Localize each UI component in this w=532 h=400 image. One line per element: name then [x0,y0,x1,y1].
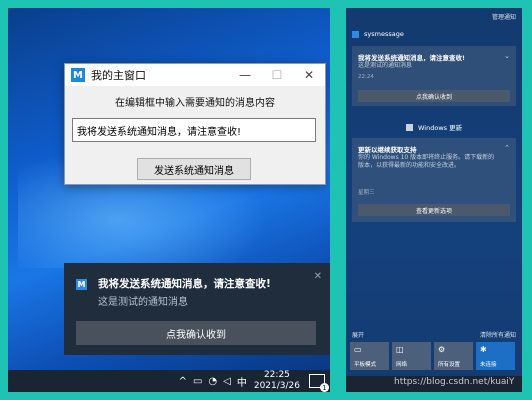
group-name: sysmessage [364,30,404,38]
windows-update-icon [406,123,413,131]
manage-notifications-link[interactable]: 管理通知 [492,12,516,21]
card-update-options-button[interactable]: 查看更新选项 [358,204,510,216]
network-icon: ◫ [396,345,404,354]
expand-link[interactable]: 展开 [352,330,364,339]
card-title: 我将发送系统通知消息，请注意查收! [358,54,465,62]
app-icon: M [71,68,85,82]
notification-count-badge: 1 [320,383,329,392]
group-header-windows-update: Windows 更新 [406,122,462,132]
toast-body: 这是测试的通知消息 [98,297,188,308]
chevron-down-icon[interactable]: ⌄ [504,52,510,60]
toast-confirm-button[interactable]: 点我确认收到 [76,321,316,345]
quick-action-tablet-mode[interactable]: ▭ 平板模式 [350,342,389,370]
taskbar: ^ ▭ ◔ ◁ 中 22:25 2021/3/26 1 [8,370,330,392]
action-center: 管理通知 sysmessage 我将发送系统通知消息，请注意查收! 这是测试的通… [346,8,522,392]
action-center-footer: 展开 清除所有通知 [352,330,516,339]
quick-action-label: 网络 [396,362,408,368]
desktop-left: M 我的主窗口 — ☐ ✕ 在编辑框中输入需要通知的消息内容 发送系统通知消息 … [8,8,330,392]
card-confirm-button[interactable]: 点我确认收到 [358,90,510,102]
card-body: 你的 Windows 10 版本即将终止服务。请下载新的版本，以获得最新的功能和… [358,154,495,169]
clock-time: 22:25 [263,370,290,380]
quick-action-network[interactable]: ◫ 网络 [392,342,431,370]
battery-icon[interactable]: ▭ [190,376,205,387]
tray-chevron-icon[interactable]: ^ [176,376,190,387]
close-button[interactable]: ✕ [293,64,325,86]
maximize-button[interactable]: ☐ [261,64,293,86]
tray-clock[interactable]: 22:25 2021/3/26 [250,370,304,392]
quick-action-bluetooth[interactable]: ✱ 未连接 [476,342,515,370]
notification-center-icon[interactable]: 1 [309,374,329,392]
toast-app-icon: M [76,279,87,290]
minimize-button[interactable]: — [229,64,261,86]
chevron-up-icon[interactable]: ⌃ [504,144,510,152]
toast-title: 我将发送系统通知消息，请注意查收! [98,278,271,290]
watermark: https://blog.csdn.net/kuaiY [394,377,515,387]
group-name: Windows 更新 [418,124,463,132]
clock-date: 2021/3/26 [253,381,300,391]
toast-close-icon[interactable]: ✕ [314,271,322,282]
send-notification-button[interactable]: 发送系统通知消息 [137,158,251,180]
bluetooth-icon: ✱ [480,345,487,354]
tablet-mode-icon: ▭ [354,345,362,354]
quick-action-settings[interactable]: ⚙ 所有设置 [434,342,473,370]
quick-action-label: 平板模式 [354,362,377,368]
notification-card-windows-update[interactable]: 更新以继续获取支持 你的 Windows 10 版本即将终止服务。请下载新的版本… [352,138,516,222]
quick-action-label: 未连接 [480,362,497,368]
gear-icon: ⚙ [438,345,446,354]
card-body: 这是测试的通知消息 [358,62,413,69]
prompt-label: 在编辑框中输入需要通知的消息内容 [115,98,275,109]
notification-card-sysmessage[interactable]: 我将发送系统通知消息，请注意查收! 这是测试的通知消息 22:24 ⌄ 点我确认… [352,46,516,106]
sysmessage-app-icon [352,30,359,38]
quick-actions: ▭ 平板模式 ◫ 网络 ⚙ 所有设置 ✱ 未连接 [350,342,515,370]
card-title: 更新以继续获取支持 [358,146,417,154]
group-header-sysmessage: sysmessage [352,30,404,38]
card-time: 星期三 [358,190,375,196]
ime-indicator[interactable]: 中 [234,374,250,389]
window-title: 我的主窗口 [91,69,146,82]
quick-action-label: 所有设置 [438,362,461,368]
toast-notification[interactable]: M 我将发送系统通知消息，请注意查收! 这是测试的通知消息 ✕ 点我确认收到 [64,263,330,355]
clear-all-link[interactable]: 清除所有通知 [480,330,516,339]
volume-icon[interactable]: ◁ [220,376,234,387]
main-window: M 我的主窗口 — ☐ ✕ 在编辑框中输入需要通知的消息内容 发送系统通知消息 [64,63,326,185]
desktop-right: 管理通知 sysmessage 我将发送系统通知消息，请注意查收! 这是测试的通… [346,8,522,392]
window-titlebar[interactable]: M 我的主窗口 — ☐ ✕ [65,64,325,86]
wifi-icon[interactable]: ◔ [205,376,220,387]
message-input[interactable] [72,118,316,142]
card-time: 22:24 [358,74,374,80]
